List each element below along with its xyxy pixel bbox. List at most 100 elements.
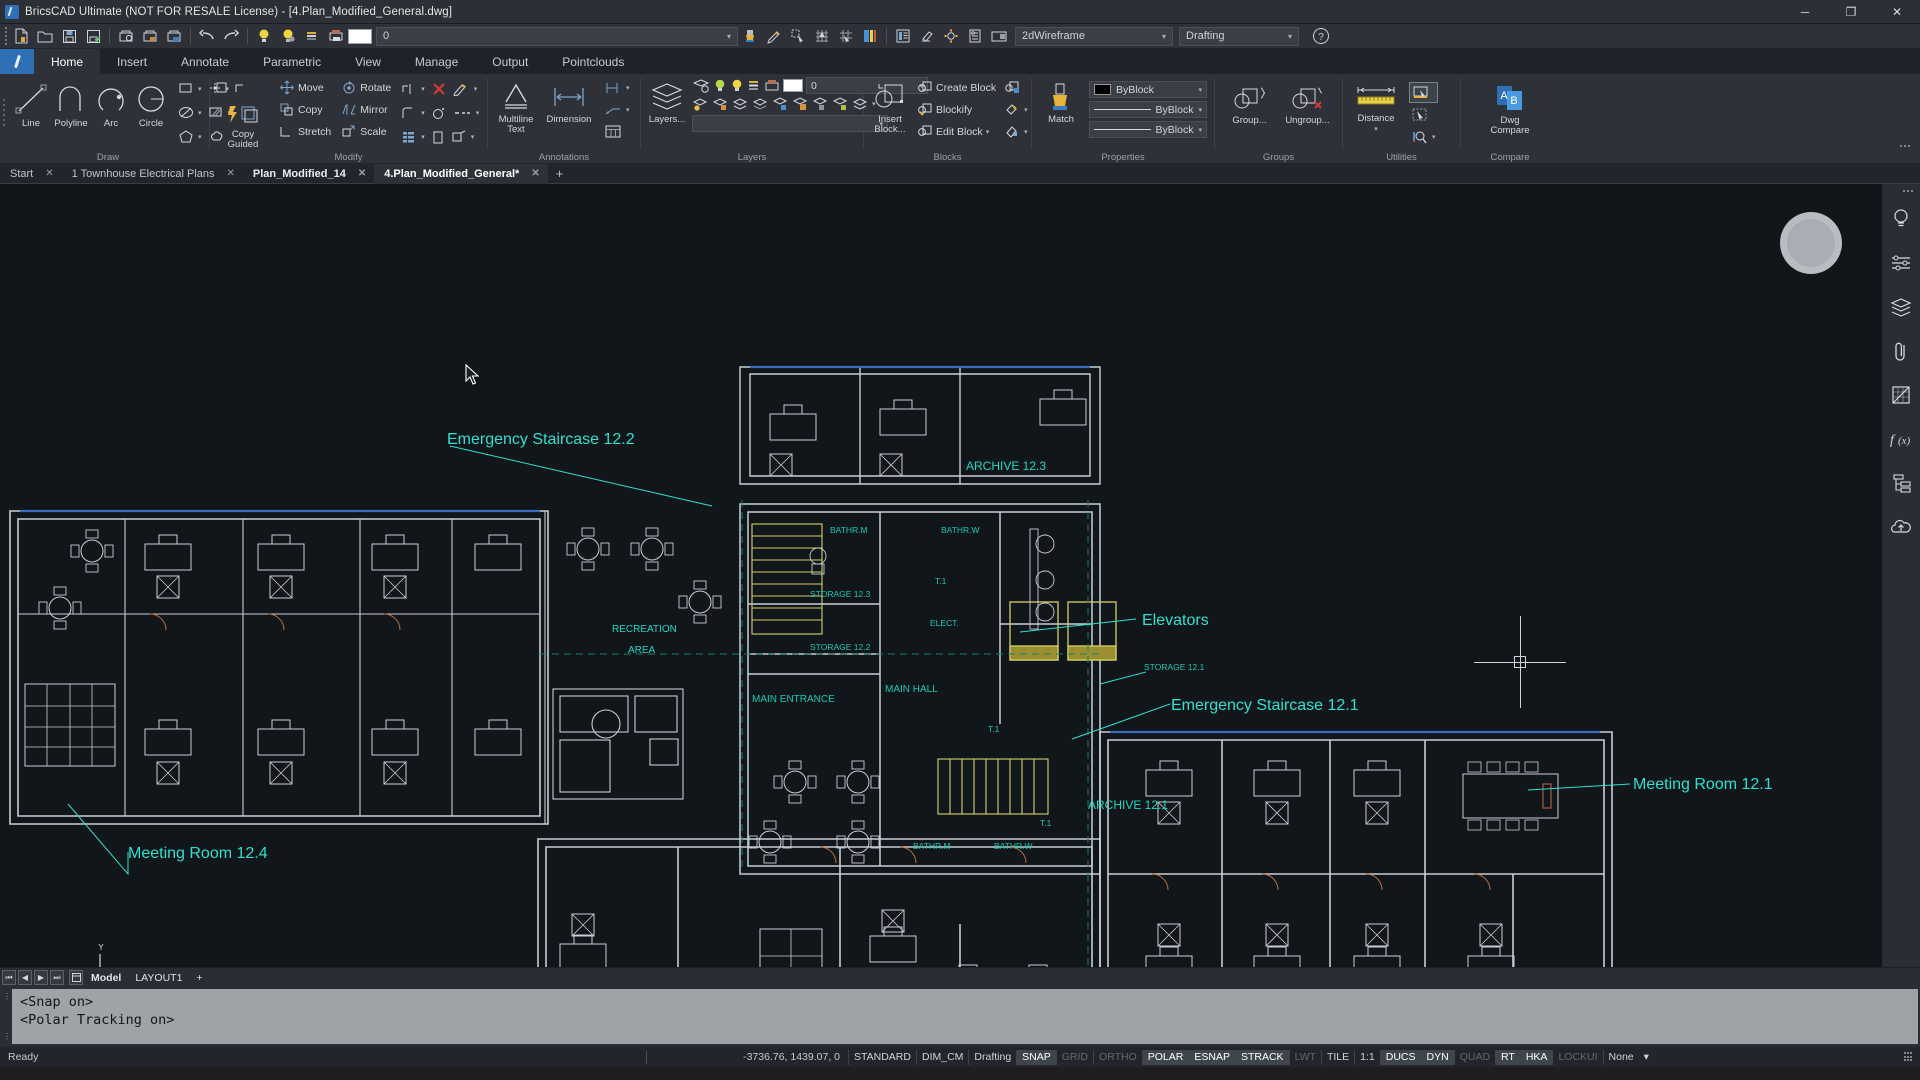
status-rt[interactable]: RT: [1495, 1049, 1520, 1065]
close-icon[interactable]: ✕: [45, 168, 53, 179]
blockify-button[interactable]: Blockify: [915, 99, 998, 120]
attribute-edit-button[interactable]: ▾: [1002, 99, 1030, 120]
render-icon[interactable]: [858, 25, 882, 48]
color-combo[interactable]: ByBlock ▾: [1089, 81, 1207, 98]
status-none[interactable]: None: [1602, 1049, 1639, 1065]
status-dyn[interactable]: DYN: [1420, 1049, 1454, 1065]
layer-color-swatch[interactable]: [348, 28, 372, 44]
layers-button[interactable]: Layers...: [646, 77, 688, 125]
insert-block-button[interactable]: Insert Block...: [869, 77, 911, 135]
status-quad[interactable]: QUAD: [1453, 1049, 1495, 1065]
save-block-button[interactable]: [1002, 77, 1030, 98]
edit-block-button[interactable]: Edit Block ▾: [915, 121, 998, 142]
close-icon[interactable]: ✕: [227, 168, 235, 179]
publish-icon[interactable]: [162, 25, 186, 48]
select-similar-icon[interactable]: [786, 25, 810, 48]
status-dimstyle[interactable]: DIM_CM: [915, 1049, 968, 1065]
bricscad-menu-button[interactable]: [0, 49, 34, 74]
status-ducs[interactable]: DUCS: [1379, 1049, 1421, 1065]
ungroup-button[interactable]: Ungroup...: [1280, 82, 1336, 126]
lengthen-button[interactable]: ▾: [451, 102, 482, 123]
print-preview-icon[interactable]: [114, 25, 138, 48]
quick-select-button[interactable]: [1409, 82, 1438, 103]
first-layout-button[interactable]: ⏮: [2, 970, 16, 985]
attribute-sync-button[interactable]: ▾: [1002, 121, 1030, 142]
undo-icon[interactable]: [195, 25, 219, 48]
trim-button[interactable]: ▾: [399, 78, 427, 99]
ribbon-tab-manage[interactable]: Manage: [398, 49, 475, 74]
layer-combo[interactable]: 0 ▾: [376, 26, 738, 46]
layers-panel-icon[interactable]: [1888, 294, 1914, 320]
multiline-text-button[interactable]: Multiline Text: [493, 77, 539, 135]
stretch-button[interactable]: Stretch: [277, 121, 333, 142]
find-button[interactable]: ▾: [1409, 126, 1438, 147]
status-lockui[interactable]: LOCKUI: [1552, 1049, 1602, 1065]
match-properties-button[interactable]: Match: [1037, 77, 1085, 125]
group-button[interactable]: Group...: [1222, 82, 1278, 126]
snap-grid-icon[interactable]: [810, 25, 834, 48]
command-line-grip[interactable]: ⋮ ⋮: [2, 989, 12, 1044]
drawing-canvas[interactable]: Emergency Staircase 12.2 ARCHIVE 12.3 El…: [0, 184, 1920, 967]
status-strack[interactable]: STRACK: [1234, 1049, 1289, 1065]
move-button[interactable]: Move: [277, 77, 333, 98]
fillet-button[interactable]: ▾: [399, 102, 427, 123]
edit-linetype-icon[interactable]: [762, 25, 786, 48]
ribbon-tab-pointclouds[interactable]: Pointclouds: [545, 49, 641, 74]
status-polar[interactable]: POLAR: [1141, 1049, 1189, 1065]
maximize-button[interactable]: ❐: [1828, 0, 1874, 24]
layer-plot-icon[interactable]: [324, 25, 348, 48]
tips-lightbulb-icon[interactable]: [1888, 206, 1914, 232]
status-grid[interactable]: GRID: [1055, 1049, 1093, 1065]
new-document-tab-button[interactable]: +: [548, 166, 572, 181]
status-esnap[interactable]: ESNAP: [1188, 1049, 1235, 1065]
copy-button[interactable]: Copy: [277, 99, 333, 120]
layout-icon[interactable]: [69, 970, 83, 985]
status-scale[interactable]: 1:1: [1354, 1049, 1380, 1065]
attachments-clip-icon[interactable]: [1888, 338, 1914, 364]
workspace-combo[interactable]: Drafting ▾: [1179, 26, 1299, 46]
dimension-button[interactable]: Dimension: [541, 77, 597, 125]
last-layout-button[interactable]: ⏭: [50, 970, 64, 985]
ribbon-tab-insert[interactable]: Insert: [100, 49, 164, 74]
ribbon-tab-view[interactable]: View: [338, 49, 398, 74]
copy-guided-button[interactable]: Copy Guided: [215, 100, 271, 150]
next-layout-button[interactable]: ▶: [34, 970, 48, 985]
status-standard[interactable]: STANDARD: [848, 1049, 916, 1065]
circle-button[interactable]: Circle: [132, 77, 170, 129]
dwg-compare-button[interactable]: AB Dwg Compare: [1482, 80, 1538, 136]
help-icon[interactable]: ?: [1309, 25, 1333, 48]
command-line-output[interactable]: <Snap on> <Polar Tracking on>: [12, 989, 1918, 1044]
save-icon[interactable]: [57, 25, 81, 48]
scale-button[interactable]: Scale: [339, 121, 393, 142]
layer-color-swatch[interactable]: [783, 79, 803, 92]
ellipse-button[interactable]: ▾: [176, 102, 204, 123]
linetype-combo[interactable]: ByBlock ▾: [1089, 101, 1207, 118]
add-layout-button[interactable]: +: [190, 972, 208, 984]
offset-button[interactable]: [429, 102, 449, 123]
ribbon-tab-output[interactable]: Output: [475, 49, 545, 74]
polygon-button[interactable]: ▾: [176, 126, 204, 147]
layer-filter-combo[interactable]: ▾: [692, 115, 888, 132]
ribbon-tab-home[interactable]: Home: [34, 49, 101, 74]
table-button[interactable]: [601, 121, 632, 142]
open-icon[interactable]: [33, 25, 57, 48]
ribbon-overflow-dots[interactable]: [1900, 145, 1910, 147]
close-button[interactable]: ✕: [1874, 0, 1920, 24]
distance-button[interactable]: Distance ▾: [1348, 80, 1404, 133]
status-hka[interactable]: HKA: [1519, 1049, 1553, 1065]
doc-tab-townhouse[interactable]: 1 Townhouse Electrical Plans ✕: [62, 164, 243, 184]
ribbon-grip[interactable]: [0, 74, 8, 150]
ribbon-tab-annotate[interactable]: Annotate: [164, 49, 246, 74]
explode-button[interactable]: ▾: [449, 126, 477, 147]
minimize-button[interactable]: ─: [1782, 0, 1828, 24]
rectangle-button[interactable]: ▾: [176, 78, 204, 99]
layer-freeze-icon[interactable]: [276, 25, 300, 48]
qat-grip[interactable]: [2, 26, 9, 46]
resize-grip[interactable]: [1904, 1052, 1914, 1062]
layer-on-icon[interactable]: [252, 25, 276, 48]
redo-icon[interactable]: [219, 25, 243, 48]
parameters-fx-icon[interactable]: f (x): [1888, 426, 1914, 452]
save-as-icon[interactable]: [81, 25, 105, 48]
visual-style-combo[interactable]: 2dWireframe ▾: [1015, 26, 1173, 46]
dock-grip[interactable]: [1903, 190, 1913, 192]
